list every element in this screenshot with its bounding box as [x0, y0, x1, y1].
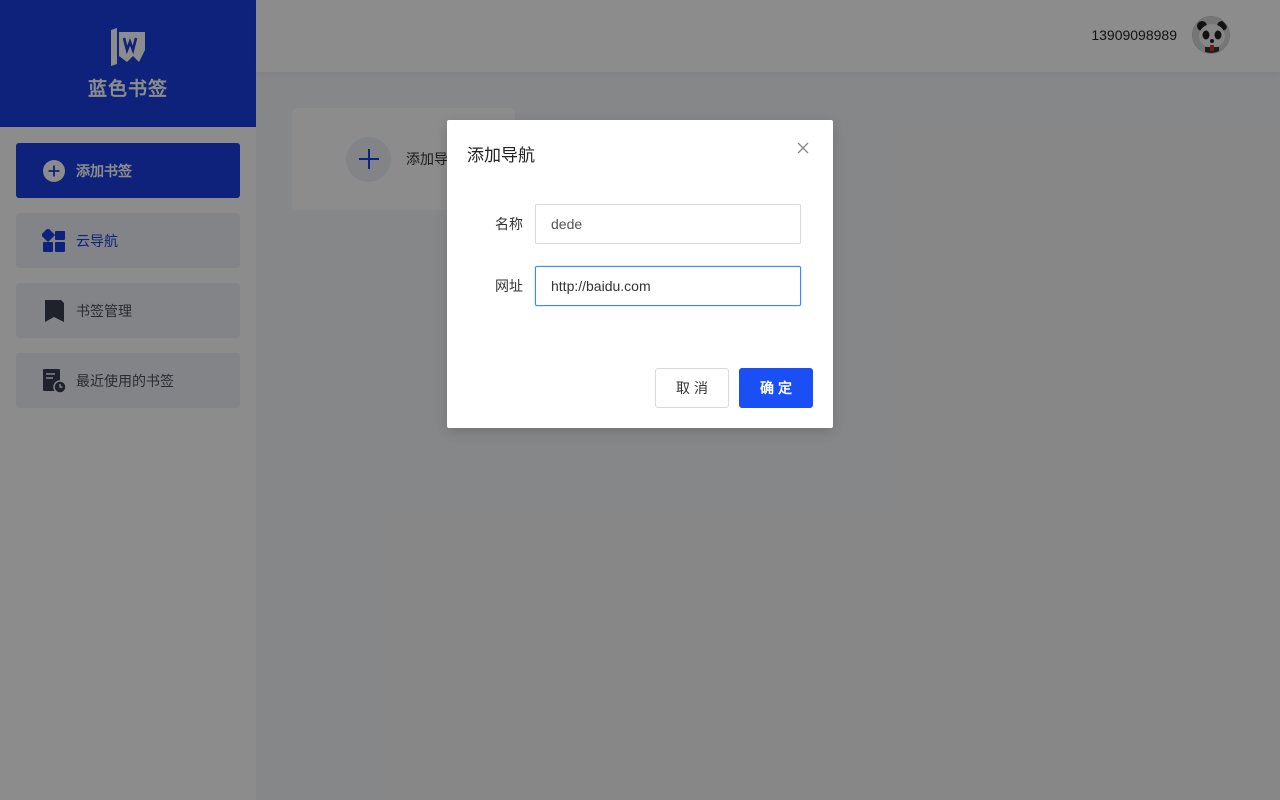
add-nav-dialog: 添加导航 名称 网址 取消 确定	[447, 120, 833, 428]
close-icon[interactable]	[793, 138, 813, 158]
url-form-row: 网址	[467, 266, 813, 306]
cancel-button[interactable]: 取消	[655, 368, 729, 408]
name-form-row: 名称	[467, 204, 813, 244]
url-input[interactable]	[535, 266, 801, 306]
ok-button[interactable]: 确定	[739, 368, 813, 408]
url-label: 网址	[495, 279, 523, 295]
name-input[interactable]	[535, 204, 801, 244]
dialog-title: 添加导航	[467, 146, 535, 166]
name-label: 名称	[495, 217, 523, 233]
